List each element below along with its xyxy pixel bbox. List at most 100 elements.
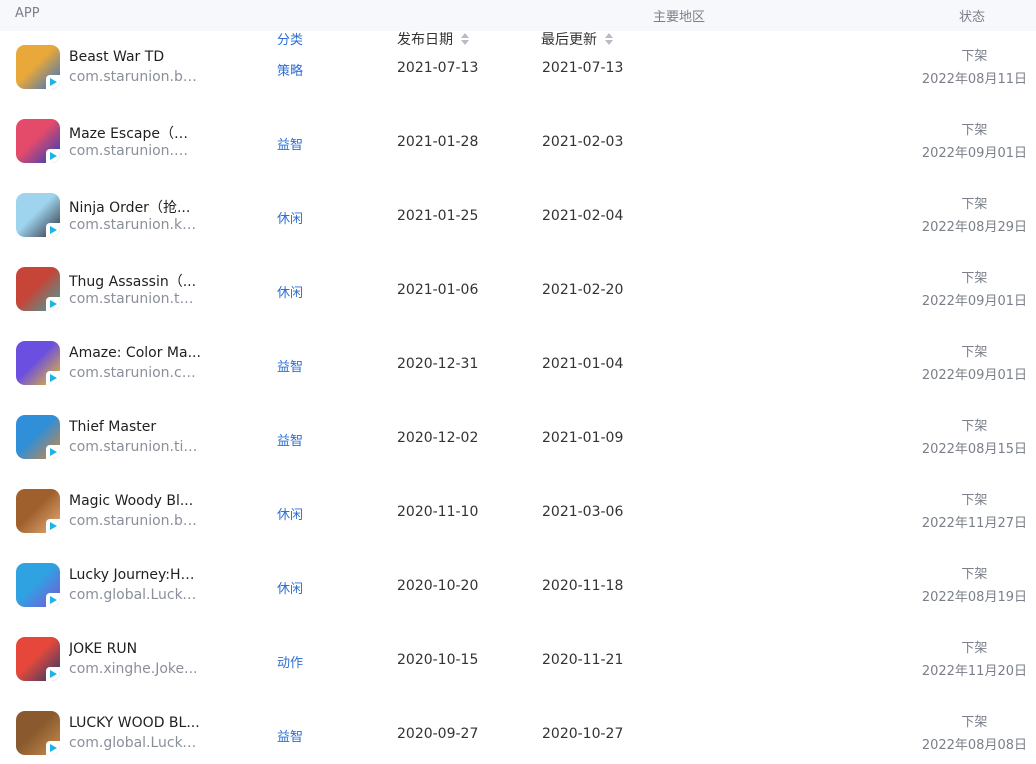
table-row[interactable]: Amaze: Color Ma... com.starunion.cle... … [0,327,1036,401]
thief-master-icon[interactable] [16,415,60,459]
status-cell: 下架 2022年11月27日 [922,493,1027,532]
last-update: 2021-02-03 [542,134,624,150]
status-label: 下架 [961,123,988,138]
table-row[interactable]: JOKE RUN com.xinghe.Joke... 动作 2020-10-1… [0,623,1036,697]
table-row[interactable]: Thug Assassin（... com.starunion.th... 休闲… [0,253,1036,327]
app-name[interactable]: Amaze: Color Ma... [69,345,201,361]
app-name[interactable]: Ninja Order（抢... [69,197,201,217]
release-date: 2021-01-06 [397,282,479,298]
last-update: 2021-02-04 [542,208,624,224]
status-label: 下架 [961,197,988,212]
status-label: 下架 [961,567,988,582]
app-category[interactable]: 益智 [277,430,303,449]
lucky-journey-icon[interactable] [16,563,60,607]
app-category[interactable]: 休闲 [277,578,303,597]
status-date: 2022年08月29日 [921,220,1027,235]
status-label: 下架 [961,49,988,64]
play-store-icon [46,75,60,89]
table-row[interactable]: Thief Master com.starunion.tin... 益智 202… [0,401,1036,475]
play-store-icon [46,223,60,237]
table-row[interactable]: Maze Escape（抢... com.starunion.m... 益智 2… [0,105,1036,179]
status-date: 2022年08月19日 [921,590,1027,605]
last-update: 2020-11-18 [542,578,624,594]
app-package: com.starunion.kill... [69,217,199,233]
status-date: 2022年09月01日 [921,368,1027,383]
table-header: APP 分类 发布日期 最后更新 主要地区 状态 [0,0,1036,48]
status-date: 2022年11月20日 [921,664,1027,679]
play-store-icon [46,741,60,755]
play-store-icon [46,297,60,311]
app-category[interactable]: 益智 [277,726,303,745]
app-name[interactable]: Maze Escape（抢... [69,123,201,143]
app-package: com.starunion.cle... [69,365,199,381]
play-store-icon [46,519,60,533]
play-store-icon [46,667,60,681]
release-date: 2020-12-31 [397,356,479,372]
status-label: 下架 [961,493,988,508]
lucky-wood-icon[interactable] [16,711,60,755]
app-package: com.starunion.bl... [69,513,199,529]
app-package: com.global.Lucky... [69,735,199,751]
app-name[interactable]: JOKE RUN [69,641,201,657]
app-category[interactable]: 休闲 [277,208,303,227]
ninja-order-icon[interactable] [16,193,60,237]
app-package: com.starunion.be... [69,69,199,85]
status-cell: 下架 2022年08月29日 [922,197,1027,236]
app-name[interactable]: Beast War TD [69,49,201,65]
status-label: 下架 [961,715,988,730]
release-date: 2020-11-10 [397,504,479,520]
maze-escape-icon[interactable] [16,119,60,163]
release-date: 2021-01-28 [397,134,479,150]
app-category[interactable]: 动作 [277,652,303,671]
status-label: 下架 [961,641,988,656]
beast-war-icon[interactable] [16,45,60,89]
app-package: com.xinghe.Joke... [69,661,198,677]
release-date: 2020-09-27 [397,726,479,742]
last-update: 2021-01-04 [542,356,624,372]
last-update: 2021-02-20 [542,282,624,298]
app-category[interactable]: 益智 [277,134,303,153]
thug-assassin-icon[interactable] [16,267,60,311]
table-row[interactable]: Beast War TD com.starunion.be... 策略 2021… [0,31,1036,105]
joke-run-icon[interactable] [16,637,60,681]
play-store-icon [46,593,60,607]
release-date: 2021-01-25 [397,208,479,224]
app-package: com.global.Lucky... [69,587,199,603]
magic-woody-icon[interactable] [16,489,60,533]
last-update: 2020-11-21 [542,652,624,668]
status-label: 下架 [961,271,988,286]
app-name[interactable]: Magic Woody Bl... [69,493,201,509]
status-cell: 下架 2022年09月01日 [922,345,1027,384]
app-package: com.starunion.m... [69,143,199,159]
status-date: 2022年09月01日 [921,294,1027,309]
status-cell: 下架 2022年08月08日 [922,715,1027,754]
header-main-region: 主要地区 [653,10,706,25]
status-label: 下架 [961,345,988,360]
status-date: 2022年08月11日 [921,72,1027,87]
app-name[interactable]: Thief Master [69,419,201,435]
app-category[interactable]: 策略 [277,60,303,79]
app-category[interactable]: 休闲 [277,282,303,301]
status-cell: 下架 2022年09月01日 [922,271,1027,310]
amaze-color-icon[interactable] [16,341,60,385]
play-store-icon [46,371,60,385]
release-date: 2020-12-02 [397,430,479,446]
table-row[interactable]: Magic Woody Bl... com.starunion.bl... 休闲… [0,475,1036,549]
table-row[interactable]: LUCKY WOOD BL... com.global.Lucky... 益智 … [0,697,1036,764]
header-app: APP [15,6,40,21]
app-category[interactable]: 益智 [277,356,303,375]
app-name[interactable]: LUCKY WOOD BL... [69,715,201,731]
release-date: 2021-07-13 [397,60,479,76]
app-name[interactable]: Lucky Journey:Ha... [69,567,201,583]
app-category[interactable]: 休闲 [277,504,303,523]
app-name[interactable]: Thug Assassin（... [69,271,201,291]
release-date: 2020-10-20 [397,578,479,594]
table-row[interactable]: Lucky Journey:Ha... com.global.Lucky... … [0,549,1036,623]
last-update: 2020-10-27 [542,726,624,742]
table-row[interactable]: Ninja Order（抢... com.starunion.kill... 休… [0,179,1036,253]
status-date: 2022年08月08日 [921,738,1027,753]
status-date: 2022年11月27日 [921,516,1027,531]
status-cell: 下架 2022年11月20日 [922,641,1027,680]
play-store-icon [46,445,60,459]
status-date: 2022年09月01日 [921,146,1027,161]
